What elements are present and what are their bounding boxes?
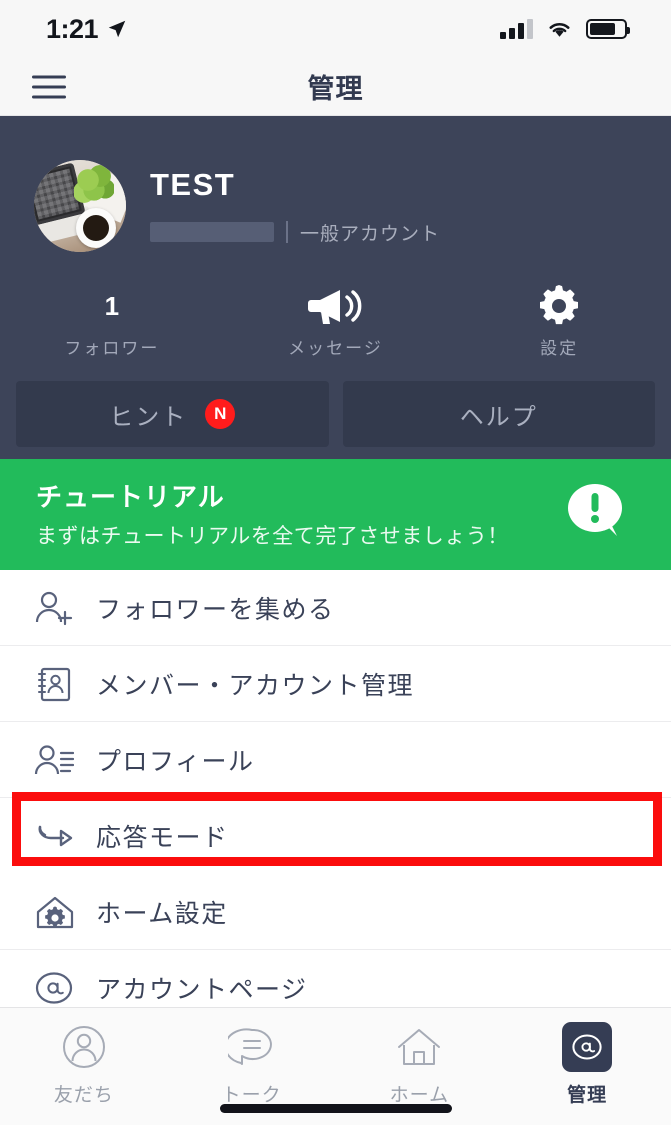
tutorial-subtitle: まずはチュートリアルを全て完了させましょう！	[36, 525, 509, 548]
menu-item-label: 応答モード	[96, 824, 229, 852]
profile-text-block: TEST 一般アカウント	[150, 167, 440, 246]
menu-item-profile[interactable]: プロフィール	[0, 722, 671, 798]
meta-divider	[286, 221, 288, 243]
menu-item-label: ホーム設定	[96, 899, 228, 928]
tab-manage-icon-wrap	[562, 1022, 613, 1072]
stat-messages[interactable]: メッセージ	[224, 286, 448, 359]
menu-item-label: アカウントページ	[96, 975, 308, 1004]
stat-followers[interactable]: 1 フォロワー	[0, 286, 224, 359]
help-button[interactable]: ヘルプ	[342, 381, 655, 447]
status-bar-right	[500, 19, 630, 39]
followers-count: 1	[104, 291, 120, 321]
tutorial-banner[interactable]: チュートリアル まずはチュートリアルを全て完了させましょう！	[0, 459, 671, 570]
at-square-icon	[562, 1022, 613, 1072]
menu-item-reply-mode[interactable]: 応答モード	[0, 798, 671, 874]
menu-item-collect-followers[interactable]: フォロワーを集める	[0, 570, 671, 646]
exclamation-speech-bubble-icon	[565, 482, 627, 545]
account-id-redacted	[150, 222, 274, 242]
house-gear-icon	[34, 893, 82, 931]
tab-talk[interactable]: トーク	[168, 1022, 336, 1107]
profile-actions: ヒント N ヘルプ	[0, 381, 671, 447]
cellular-signal-icon	[500, 19, 533, 39]
at-circle-icon	[34, 968, 82, 1008]
tutorial-title: チュートリアル	[36, 482, 225, 512]
account-name: TEST	[150, 166, 236, 202]
status-time: 1:21	[46, 13, 99, 44]
house-icon	[395, 1022, 443, 1072]
app-root: 1:21 管理 TEST 一般アカウント 1 フォロワー メッセージ 設定 ヒン…	[0, 0, 671, 1125]
stat-settings[interactable]: 設定	[447, 285, 671, 359]
menu-item-member-account[interactable]: メンバー・アカウント管理	[0, 646, 671, 722]
menu-item-label: メンバー・アカウント管理	[96, 671, 415, 700]
address-book-icon	[34, 664, 82, 704]
menu-item-label: プロフィール	[96, 747, 255, 776]
person-add-icon	[34, 590, 82, 626]
tab-label: ホーム	[389, 1085, 450, 1106]
tab-label: 管理	[567, 1085, 608, 1106]
profile-identity: TEST 一般アカウント	[0, 116, 671, 280]
chat-bubble-icon	[227, 1022, 276, 1072]
profile-header: TEST 一般アカウント 1 フォロワー メッセージ 設定 ヒント N ヘルプ	[0, 116, 671, 459]
bottom-tab-bar: 友だち トーク ホーム 管理	[0, 1007, 671, 1125]
nav-bar: 管理	[0, 58, 671, 116]
menu-item-account-page[interactable]: アカウントページ	[0, 950, 671, 1007]
tutorial-text: チュートリアル まずはチュートリアルを全て完了させましょう！	[36, 477, 509, 550]
megaphone-icon	[224, 286, 448, 326]
account-meta: 一般アカウント	[150, 219, 440, 246]
hamburger-menu-icon[interactable]	[32, 75, 66, 98]
stat-label: メッセージ	[288, 339, 383, 358]
help-label: ヘルプ	[459, 403, 538, 431]
stat-label: 設定	[540, 339, 579, 358]
person-circle-icon	[61, 1022, 107, 1072]
page-title: 管理	[307, 74, 364, 104]
reply-arrow-icon	[34, 820, 82, 852]
settings-menu: フォロワーを集める メンバー・アカウント管理 プロフィール 応答モード ホーム設…	[0, 570, 671, 1007]
menu-item-label: フォロワーを集める	[96, 595, 335, 624]
tab-home[interactable]: ホーム	[336, 1022, 504, 1107]
profile-lines-icon	[34, 742, 82, 778]
status-bar-left: 1:21	[46, 14, 128, 45]
hint-button[interactable]: ヒント N	[16, 381, 329, 447]
hint-label: ヒント	[109, 403, 188, 431]
profile-stats: 1 フォロワー メッセージ 設定	[0, 280, 671, 381]
home-indicator	[219, 1104, 452, 1113]
account-type: 一般アカウント	[300, 223, 441, 245]
new-badge: N	[205, 399, 236, 429]
status-bar: 1:21	[0, 0, 671, 58]
battery-icon	[586, 19, 630, 39]
location-arrow-icon	[108, 20, 126, 38]
menu-item-home-settings[interactable]: ホーム設定	[0, 874, 671, 950]
avatar[interactable]	[34, 160, 126, 252]
gear-icon	[447, 285, 671, 326]
tab-manage[interactable]: 管理	[503, 1022, 671, 1107]
tab-friends[interactable]: 友だち	[0, 1022, 168, 1107]
stat-label: フォロワー	[64, 339, 160, 358]
tab-label: トーク	[221, 1085, 282, 1106]
wifi-icon	[549, 23, 570, 37]
tab-label: 友だち	[53, 1085, 114, 1106]
